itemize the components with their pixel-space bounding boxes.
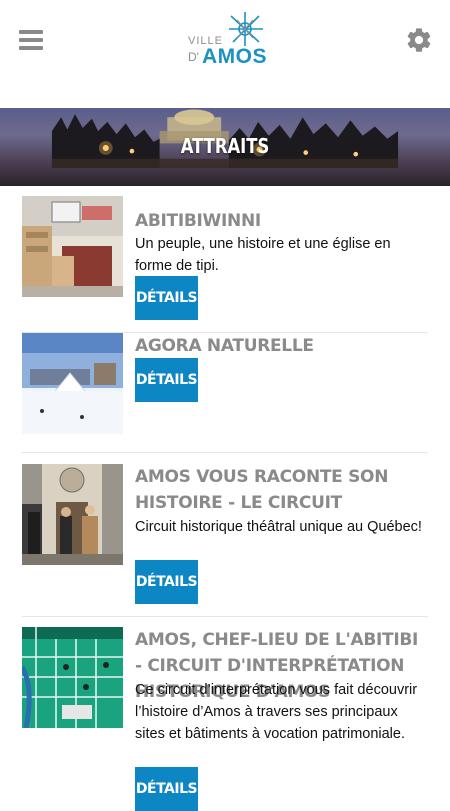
item-description: Un peuple, une histoire et une église en… [135,236,391,274]
abitibiwinni-thumbnail[interactable] [22,196,123,297]
gear-icon[interactable] [405,26,433,54]
logo-amos-text: AMOS [202,45,267,68]
hamburger-menu-icon[interactable] [19,30,43,50]
logo-snowflake-icon [229,12,263,46]
item-title[interactable]: AMOS VOUS RACONTE SON HISTOIRE - LE CIRC… [135,464,425,516]
item-description: Ce circuit d’interprétation vous fait dé… [135,682,418,742]
details-button[interactable]: DÉTAILS [135,276,198,320]
amos-vous-raconte-thumbnail[interactable] [22,464,123,565]
circuit-interpretation-map-thumbnail[interactable] [22,627,123,728]
item-description: Circuit historique théâtral unique au Qu… [135,519,422,535]
details-button[interactable]: DÉTAILS [135,767,198,811]
app-header: VILLE D' AMOS [0,0,450,108]
agora-naturelle-thumbnail[interactable] [22,333,123,434]
details-button[interactable]: DÉTAILS [135,358,198,402]
item-title[interactable]: AGORA NATURELLE [135,333,425,359]
logo-d-text: D' [188,50,199,64]
page-banner: ATTRAITS [0,108,450,186]
item-title[interactable]: ABITIBIWINNI [135,208,425,234]
ville-amos-logo[interactable]: VILLE D' AMOS [185,12,267,70]
divider [22,616,428,617]
divider [22,452,428,453]
details-button[interactable]: DÉTAILS [135,560,198,604]
page-title: ATTRAITS [180,134,270,158]
